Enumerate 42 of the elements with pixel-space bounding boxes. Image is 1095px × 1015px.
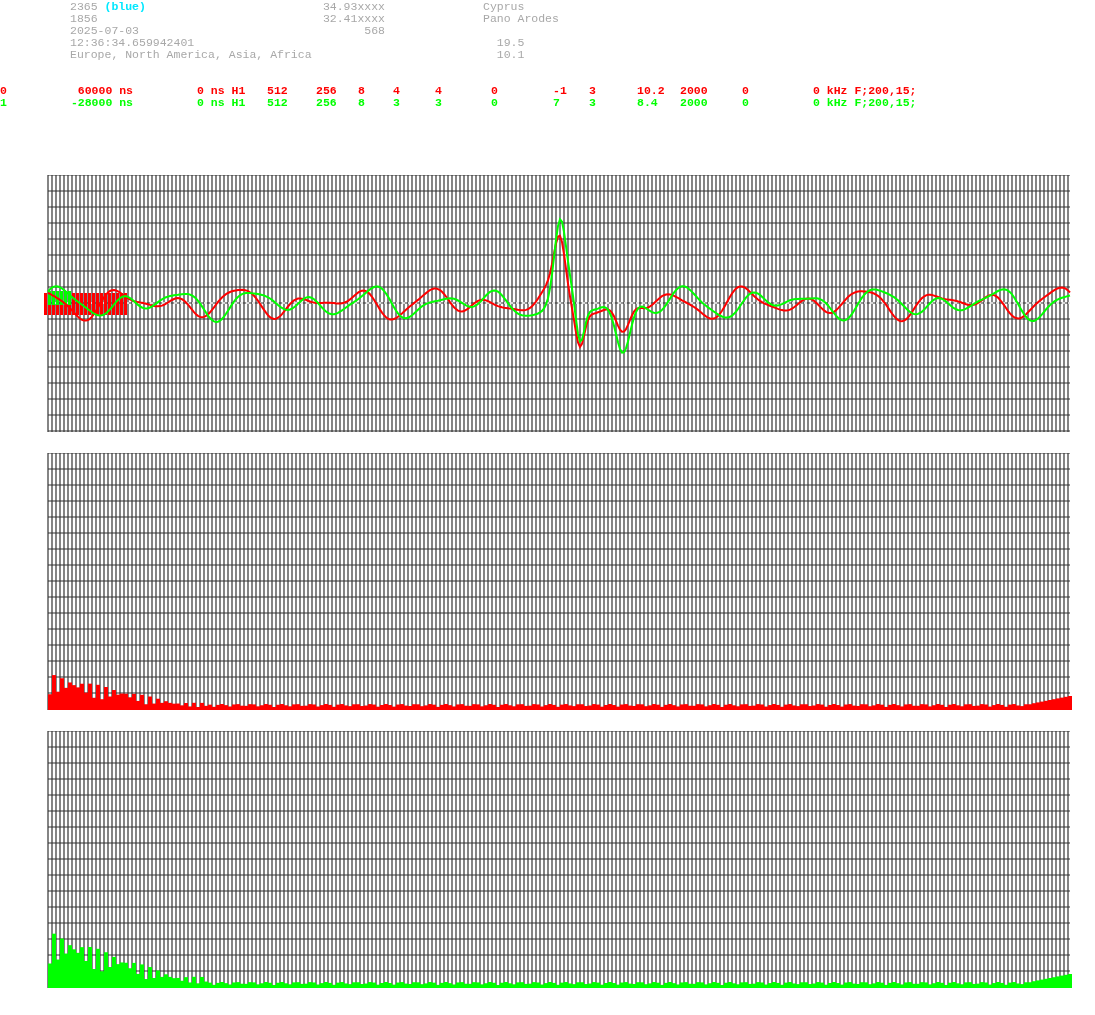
channel-value: 10.2 xyxy=(637,85,666,97)
info-text: 19.5 xyxy=(495,37,526,49)
channel-value: 60000 ns xyxy=(76,85,134,97)
channel-value: 8 xyxy=(358,97,366,109)
channel-value: 4 xyxy=(393,85,401,97)
info-text: Europe, North America, Asia, Africa xyxy=(70,49,313,61)
channel-value: 0 xyxy=(491,97,499,109)
channel-value: 0 ns H1 xyxy=(197,97,247,109)
channel-value: 8.4 xyxy=(637,97,659,109)
channel-value: 512 xyxy=(267,97,289,109)
channel-value: -28000 ns xyxy=(70,97,134,109)
info-text: 32.41xxxx xyxy=(321,13,385,25)
channel-value: 0 kHz F;200,15; xyxy=(813,85,918,97)
info-text: Cyprus xyxy=(483,1,526,13)
channel-value: 256 xyxy=(316,97,338,109)
channel-value: 0 kHz F;200,15; xyxy=(813,97,918,109)
channel-value: 1 xyxy=(0,97,8,109)
info-text: 34.93xxxx xyxy=(321,1,385,13)
channel-value: 256 xyxy=(316,85,338,97)
channel-value: 4 xyxy=(435,85,443,97)
channel-value: 3 xyxy=(589,85,597,97)
channel-value: 0 xyxy=(491,85,499,97)
channel-value: -1 xyxy=(553,85,568,97)
info-text: 1856 xyxy=(70,13,99,25)
info-text: 2365 (blue) xyxy=(70,1,147,13)
channel-value: 3 xyxy=(435,97,443,109)
info-text: 12:36:34.659942401 xyxy=(70,37,196,49)
channel-value: 2000 xyxy=(680,85,709,97)
channel-value: 0 xyxy=(0,85,8,97)
info-text: 10.1 xyxy=(495,49,526,61)
channel-value: 7 xyxy=(553,97,561,109)
channel-value: 2000 xyxy=(680,97,709,109)
channel-value: 3 xyxy=(589,97,597,109)
channel-value: 0 ns H1 xyxy=(197,85,247,97)
channel-value: 3 xyxy=(393,97,401,109)
info-text: 2025-07-03 xyxy=(70,25,140,37)
channel-value: 512 xyxy=(267,85,289,97)
channel-value: 8 xyxy=(358,85,366,97)
channel-value: 0 xyxy=(742,97,750,109)
info-text: Pano Arodes xyxy=(483,13,560,25)
info-text: 568 xyxy=(363,25,385,37)
channel-value: 0 xyxy=(742,85,750,97)
